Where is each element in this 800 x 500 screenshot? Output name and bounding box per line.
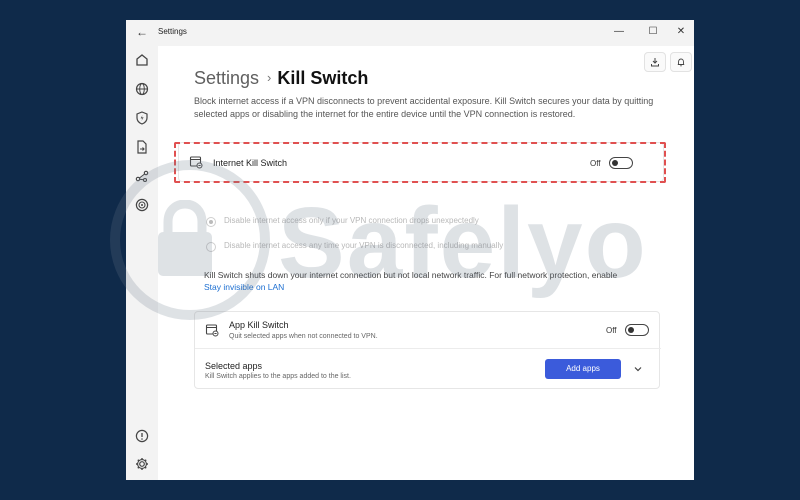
app-kill-switch-title: App Kill Switch xyxy=(229,320,289,330)
add-apps-button[interactable]: Add apps xyxy=(545,359,621,379)
radio-unexpected[interactable] xyxy=(206,217,216,227)
internet-kill-switch-toggle[interactable] xyxy=(609,157,633,169)
sidebar xyxy=(126,46,158,480)
download-button[interactable] xyxy=(644,52,666,72)
breadcrumb-parent[interactable]: Settings xyxy=(194,68,259,88)
breadcrumb-separator: › xyxy=(267,70,272,85)
app-kill-switch-icon xyxy=(205,323,219,337)
selected-apps-title: Selected apps xyxy=(205,361,263,371)
file-arrow-icon[interactable] xyxy=(134,139,150,155)
chevron-down-icon[interactable] xyxy=(633,364,643,374)
app-kill-switch-subtitle: Quit selected apps when not connected to… xyxy=(229,333,378,340)
internet-kill-switch-title: Internet Kill Switch xyxy=(213,158,288,168)
lan-note-text: Kill Switch shuts down your internet con… xyxy=(204,270,618,280)
breadcrumb: Settings › Kill Switch xyxy=(194,68,368,92)
internet-kill-switch-card: Internet Kill Switch Off xyxy=(178,142,664,182)
meshnet-icon[interactable] xyxy=(134,168,150,184)
window-title: Settings xyxy=(158,27,187,36)
page-title: Kill Switch xyxy=(277,68,369,88)
settings-content: Settings › Kill Switch Block internet acce… xyxy=(158,46,694,480)
divider xyxy=(195,348,661,349)
download-icon xyxy=(651,58,659,67)
internet-kill-switch-icon xyxy=(189,155,203,169)
page-description: Block internet access if a VPN disconnec… xyxy=(194,96,654,119)
app-kill-switch-card: App Kill Switch Quit selected apps when … xyxy=(194,311,661,389)
help-chat-icon[interactable] xyxy=(134,428,150,444)
settings-window: ← Settings — ☐ ✕ Settings › Kill Switch … xyxy=(126,20,694,480)
notifications-button[interactable] xyxy=(670,52,692,72)
back-arrow-icon[interactable]: ← xyxy=(136,25,150,39)
home-icon[interactable] xyxy=(134,52,150,68)
selected-apps-subtitle: Kill Switch applies to the apps added to… xyxy=(205,373,351,380)
radio-any-time[interactable] xyxy=(206,242,216,252)
target-icon[interactable] xyxy=(134,197,150,213)
shield-bolt-icon[interactable] xyxy=(134,110,150,126)
lan-note: Kill Switch shuts down your internet con… xyxy=(204,269,654,293)
bell-icon xyxy=(677,58,685,67)
minimize-button[interactable]: — xyxy=(612,25,626,39)
settings-gear-icon[interactable] xyxy=(134,456,150,472)
option-label: Disable internet access only if your VPN… xyxy=(224,216,479,225)
internet-kill-switch-state: Off xyxy=(590,159,601,168)
app-kill-switch-toggle[interactable] xyxy=(625,324,649,336)
option-label: Disable internet access any time your VP… xyxy=(224,241,504,250)
globe-icon[interactable] xyxy=(134,81,150,97)
title-bar: ← Settings — ☐ ✕ xyxy=(126,20,694,46)
close-button[interactable]: ✕ xyxy=(674,25,688,39)
maximize-button[interactable]: ☐ xyxy=(646,25,660,39)
app-kill-switch-state: Off xyxy=(606,326,617,335)
stay-invisible-lan-link[interactable]: Stay invisible on LAN xyxy=(204,282,284,292)
